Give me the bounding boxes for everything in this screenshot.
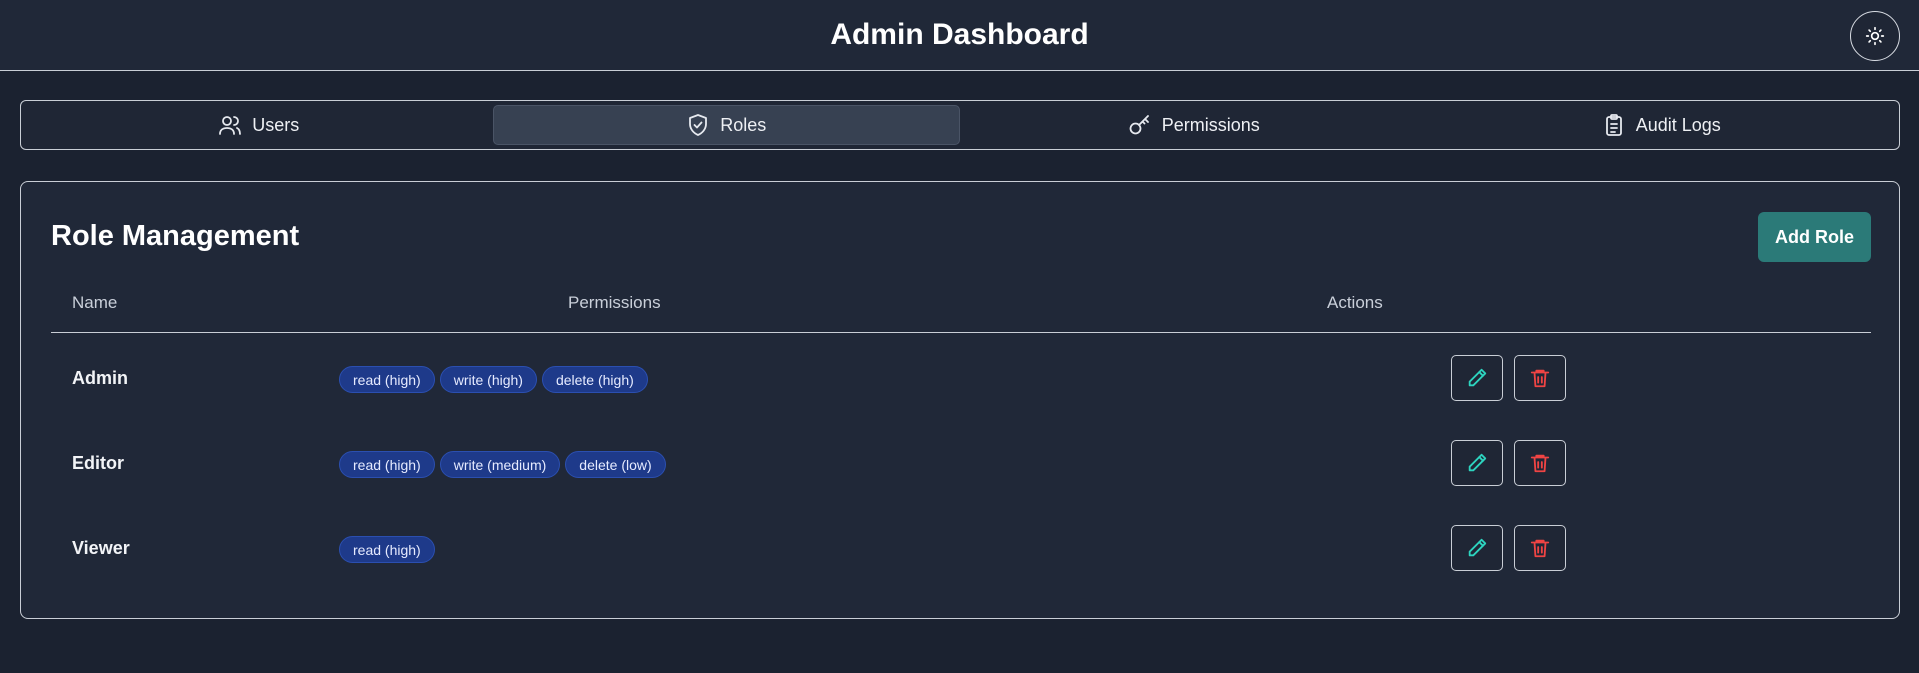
role-name: Admin: [72, 368, 128, 388]
page-title: Admin Dashboard: [830, 18, 1089, 51]
column-header-permissions: Permissions: [568, 293, 661, 312]
row-actions: [1451, 525, 1566, 571]
permission-badge: delete (high): [541, 366, 648, 393]
delete-role-button[interactable]: [1514, 355, 1566, 401]
pencil-icon: [1468, 368, 1487, 387]
tab-permissions-label: Permissions: [1161, 114, 1260, 135]
delete-role-button[interactable]: [1514, 440, 1566, 486]
pencil-icon: [1468, 453, 1487, 472]
permission-badge: delete (low): [565, 451, 666, 478]
tab-audit-logs-label: Audit Logs: [1635, 114, 1721, 135]
permission-list: read (high): [339, 536, 435, 563]
permission-badge: read (high): [339, 366, 435, 393]
permission-list: read (high) write (medium) delete (low): [339, 451, 666, 478]
edit-role-button[interactable]: [1451, 355, 1503, 401]
table-row: Editor read (high) write (medium) delete…: [21, 440, 1901, 486]
delete-role-button[interactable]: [1514, 525, 1566, 571]
permission-badge: write (high): [439, 366, 537, 393]
row-actions: [1451, 440, 1566, 486]
table-header-divider: [51, 332, 1871, 333]
pencil-icon: [1468, 538, 1487, 557]
shield-icon: [689, 114, 708, 136]
role-name: Editor: [72, 453, 124, 473]
trash-icon: [1530, 369, 1550, 388]
permission-badge: read (high): [339, 536, 435, 563]
theme-toggle-button[interactable]: [1850, 11, 1900, 61]
tab-users-label: Users: [252, 114, 300, 135]
column-header-actions: Actions: [1327, 293, 1383, 312]
tab-users[interactable]: Users: [25, 105, 493, 145]
permission-badge: write (medium): [439, 451, 561, 478]
tab-audit-logs[interactable]: Audit Logs: [1428, 105, 1896, 145]
tab-roles[interactable]: Roles: [492, 105, 960, 145]
table-row: Admin read (high) write (high) delete (h…: [21, 355, 1901, 401]
permission-list: read (high) write (high) delete (high): [339, 366, 648, 393]
role-management-card: Role Management Add Role Name Permission…: [20, 181, 1900, 619]
trash-icon: [1530, 539, 1550, 558]
table-row: Viewer read (high): [21, 525, 1901, 571]
trash-icon: [1530, 454, 1550, 473]
permission-badge: read (high): [339, 451, 435, 478]
key-icon: [1129, 115, 1149, 135]
tab-permissions[interactable]: Permissions: [960, 105, 1428, 145]
edit-role-button[interactable]: [1451, 525, 1503, 571]
card-title: Role Management: [51, 220, 300, 252]
clipboard-icon: [1605, 114, 1622, 136]
row-actions: [1451, 355, 1566, 401]
add-role-button[interactable]: Add Role: [1758, 212, 1871, 262]
tab-bar: Users Roles Permissions Audit Logs: [20, 100, 1900, 150]
tab-roles-label: Roles: [720, 114, 767, 135]
app-header: Admin Dashboard: [0, 0, 1919, 71]
edit-role-button[interactable]: [1451, 440, 1503, 486]
column-header-name: Name: [72, 293, 118, 312]
users-icon: [219, 116, 242, 135]
sun-icon: [1865, 26, 1885, 46]
role-name: Viewer: [72, 538, 130, 558]
